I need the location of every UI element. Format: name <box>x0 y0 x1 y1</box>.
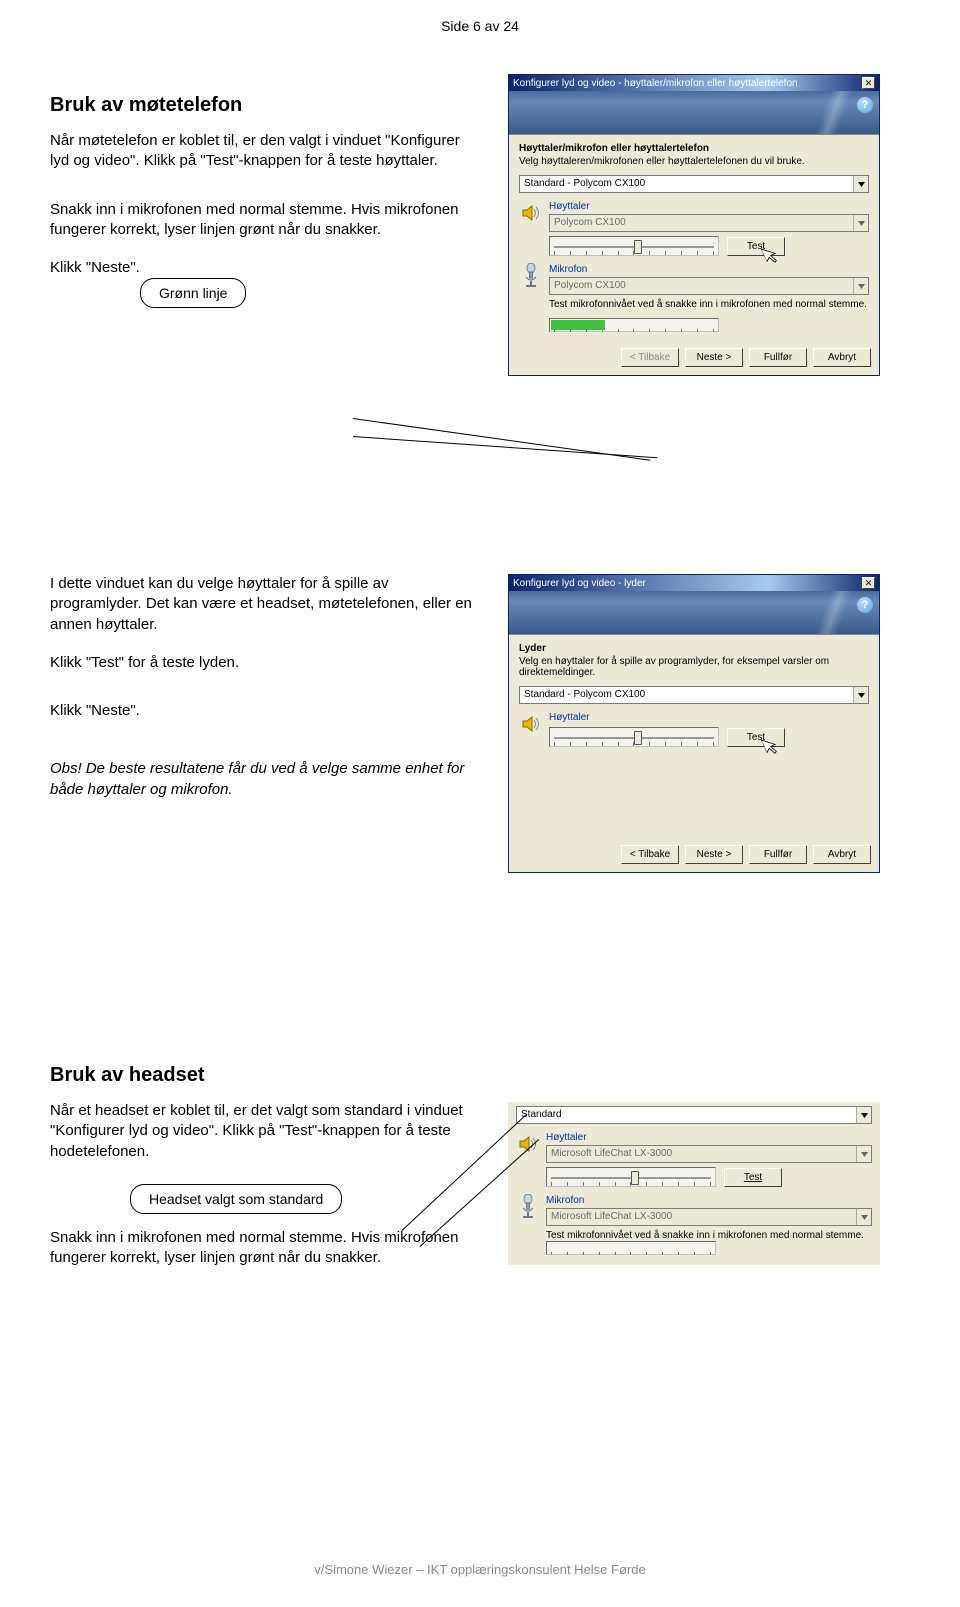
mic-device-dropdown: Polycom CX100 <box>549 277 869 295</box>
mic-device-text: Polycom CX100 <box>550 278 853 294</box>
speaker-icon <box>516 1132 540 1156</box>
mic-device-dropdown: Microsoft LifeChat LX-3000 <box>546 1208 872 1226</box>
dialog2-titlebar: Konfigurer lyd og video - lyder ✕ <box>509 575 879 591</box>
chevron-down-icon[interactable] <box>853 687 868 703</box>
callout-green-line: Grønn linje <box>140 278 246 308</box>
section1-p1: Når møtetelefon er koblet til, er den va… <box>50 131 480 172</box>
dialog1-heading: Høyttaler/mikrofon eller høyttalertelefo… <box>519 143 869 154</box>
dialog2-title: Konfigurer lyd og video - lyder <box>513 578 862 589</box>
chevron-down-icon <box>853 278 868 294</box>
speaker-device-dropdown: Microsoft LifeChat LX-3000 <box>546 1145 872 1163</box>
dialog1-title: Konfigurer lyd og video - høyttaler/mikr… <box>513 78 862 89</box>
device-dropdown[interactable]: Standard - Polycom CX100 <box>519 686 869 704</box>
dropdown-text: Standard - Polycom CX100 <box>520 176 853 192</box>
microphone-icon <box>516 1195 540 1219</box>
back-button[interactable]: < Tilbake <box>621 845 679 864</box>
section2-p3: Klikk "Neste". <box>50 701 480 721</box>
finish-button[interactable]: Fullfør <box>749 348 807 367</box>
cancel-button[interactable]: Avbryt <box>813 348 871 367</box>
chevron-down-icon <box>856 1209 871 1225</box>
dialog1-speaker-label[interactable]: Høyttaler <box>549 201 869 212</box>
dialog1-mic-label[interactable]: Mikrofon <box>549 264 869 275</box>
panel3: Standard Høyttaler Microsoft LifeChat LX… <box>508 1102 880 1265</box>
finish-button[interactable]: Fullfør <box>749 845 807 864</box>
section1-title: Bruk av møtetelefon <box>50 94 480 117</box>
section2-p1: I dette vinduet kan du velge høyttaler f… <box>50 574 480 635</box>
chevron-down-icon[interactable] <box>853 176 868 192</box>
device-dropdown[interactable]: Standard - Polycom CX100 <box>519 175 869 193</box>
mic-level-bar <box>549 318 719 332</box>
section1-p2: Snakk inn i mikrofonen med normal stemme… <box>50 200 480 241</box>
mic-note: Test mikrofonnivået ved å snakke inn i m… <box>549 299 869 310</box>
next-button[interactable]: Neste > <box>685 845 743 864</box>
dropdown-text: Standard - Polycom CX100 <box>520 687 853 703</box>
microphone-icon <box>519 264 543 288</box>
back-button: < Tilbake <box>621 348 679 367</box>
speaker-icon <box>519 201 543 225</box>
section-headset: Bruk av headset Når et headset er koblet… <box>50 1044 910 1404</box>
help-icon[interactable]: ? <box>857 97 873 113</box>
page-footer: v/Simone Wiezer – IKT opplæringskonsulen… <box>0 1562 960 1577</box>
dialog2-heading: Lyder <box>519 643 869 654</box>
speaker-device-text: Microsoft LifeChat LX-3000 <box>547 1146 856 1162</box>
help-icon[interactable]: ? <box>857 597 873 613</box>
section-program-sounds: I dette vinduet kan du velge høyttaler f… <box>50 574 910 1014</box>
dialog2: Konfigurer lyd og video - lyder ✕ ? Lyde… <box>508 574 880 873</box>
section2-p2: Klikk "Test" for å teste lyden. <box>50 653 480 673</box>
speaker-volume-slider[interactable] <box>549 236 719 256</box>
test-button[interactable]: Test <box>724 1168 782 1187</box>
dialog1-subtext: Velg høyttaleren/mikrofonen eller høytta… <box>519 156 869 167</box>
mic-note: Test mikrofonnivået ved å snakke inn i m… <box>546 1230 872 1241</box>
mic-device-text: Microsoft LifeChat LX-3000 <box>547 1209 856 1225</box>
section3-p2: Snakk inn i mikrofonen med normal stemme… <box>50 1228 480 1269</box>
page-number: Side 6 av 24 <box>0 0 960 34</box>
dropdown-text: Standard <box>517 1107 856 1123</box>
speaker-icon <box>519 712 543 736</box>
dialog1: Konfigurer lyd og video - høyttaler/mikr… <box>508 74 880 376</box>
close-icon[interactable]: ✕ <box>862 577 875 589</box>
cancel-button[interactable]: Avbryt <box>813 845 871 864</box>
chevron-down-icon <box>853 215 868 231</box>
panel3-speaker-label[interactable]: Høyttaler <box>546 1132 872 1143</box>
close-icon[interactable]: ✕ <box>862 77 875 89</box>
section3-p1: Når et headset er koblet til, er det val… <box>50 1101 480 1162</box>
speaker-device-dropdown: Polycom CX100 <box>549 214 869 232</box>
callout-headset-standard: Headset valgt som standard <box>130 1184 342 1214</box>
panel3-mic-label[interactable]: Mikrofon <box>546 1195 872 1206</box>
dialog2-speaker-label[interactable]: Høyttaler <box>549 712 869 723</box>
speaker-volume-slider[interactable] <box>546 1167 716 1187</box>
next-button[interactable]: Neste > <box>685 348 743 367</box>
section1-p3: Klikk "Neste". <box>50 258 140 278</box>
section2-obs: Obs! De beste resultatene får du ved å v… <box>50 759 480 800</box>
speaker-volume-slider[interactable] <box>549 727 719 747</box>
section-meeting-phone: Bruk av møtetelefon Når møtetelefon er k… <box>50 74 910 544</box>
speaker-device-text: Polycom CX100 <box>550 215 853 231</box>
dialog2-subtext: Velg en høyttaler for å spille av progra… <box>519 656 869 678</box>
device-dropdown[interactable]: Standard <box>516 1106 872 1124</box>
dialog1-titlebar: Konfigurer lyd og video - høyttaler/mikr… <box>509 75 879 91</box>
mic-level-bar <box>546 1241 716 1255</box>
chevron-down-icon[interactable] <box>856 1107 871 1123</box>
chevron-down-icon <box>856 1146 871 1162</box>
section3-title: Bruk av headset <box>50 1064 480 1087</box>
